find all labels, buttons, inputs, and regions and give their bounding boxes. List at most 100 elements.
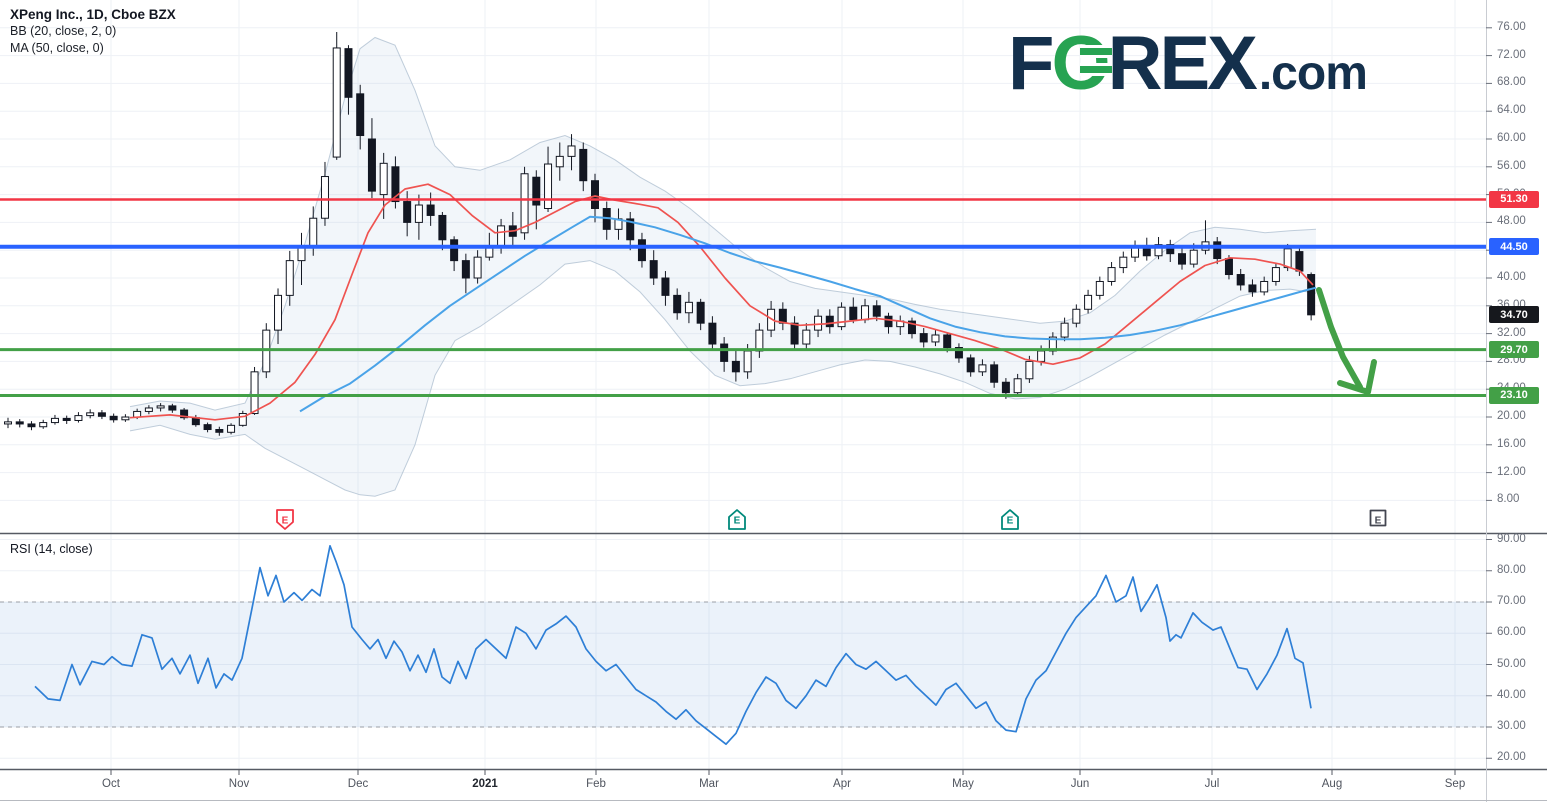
bb-indicator-label[interactable]: BB (20, close, 2, 0) xyxy=(10,23,176,40)
time-axis[interactable]: OctNovDec2021FebMarAprMayJunJulAugSep xyxy=(0,770,1547,802)
candle-body xyxy=(404,202,411,223)
month-label: Feb xyxy=(586,778,606,790)
price-tick-label: 12.00 xyxy=(1497,466,1526,478)
candle-body xyxy=(427,205,434,215)
candle-body xyxy=(862,306,869,320)
candle-body xyxy=(709,323,716,344)
candle-body xyxy=(51,418,58,422)
rsi-tick-label: 20.00 xyxy=(1497,751,1526,763)
month-label: Jul xyxy=(1205,778,1220,790)
candle-body xyxy=(1085,295,1092,309)
candle-body xyxy=(5,422,12,424)
candle-body xyxy=(1038,351,1045,361)
candle-body xyxy=(721,344,728,361)
candle-body xyxy=(944,335,951,348)
candle-body xyxy=(1296,252,1303,271)
candle-body xyxy=(122,417,129,420)
price-axis[interactable]: 76.0072.0068.0064.0060.0056.0052.0048.00… xyxy=(1488,0,1547,533)
candle-body xyxy=(838,307,845,326)
candle-body xyxy=(345,49,352,98)
candle-body xyxy=(63,418,70,420)
candle-body xyxy=(1237,275,1244,285)
price-tick-label: 68.00 xyxy=(1497,76,1526,88)
month-label: Aug xyxy=(1322,778,1342,790)
candle-body xyxy=(1108,268,1115,282)
price-tick-label: 64.00 xyxy=(1497,104,1526,116)
logo-o-bar xyxy=(1080,63,1112,76)
candle-body xyxy=(592,181,599,209)
candle-body xyxy=(474,257,481,278)
logo-letter-f: F xyxy=(1008,26,1051,102)
earnings-marker-letter: E xyxy=(1007,516,1014,527)
candle-body xyxy=(556,156,563,166)
candle-body xyxy=(568,146,575,156)
rsi-indicator-label[interactable]: RSI (14, close) xyxy=(10,542,93,556)
candle-body xyxy=(662,278,669,295)
candle-body xyxy=(275,295,282,330)
candle-body xyxy=(650,261,657,278)
symbol-title[interactable]: XPeng Inc., 1D, Cboe BZX xyxy=(10,6,176,23)
candle-body xyxy=(333,48,340,157)
price-tick-label: 48.00 xyxy=(1497,215,1526,227)
logo-letters-rex: REX xyxy=(1108,26,1255,102)
price-tick-label: 16.00 xyxy=(1497,438,1526,450)
price-tick-label: 32.00 xyxy=(1497,327,1526,339)
candle-body xyxy=(1179,254,1186,264)
candle-body xyxy=(204,425,211,430)
candle-body xyxy=(697,302,704,323)
candle-body xyxy=(28,424,35,427)
candle-body xyxy=(228,425,235,432)
month-label: Jun xyxy=(1071,778,1090,790)
candle-body xyxy=(533,177,540,205)
candle-body xyxy=(850,307,857,320)
candle-body xyxy=(885,316,892,326)
rsi-tick-label: 30.00 xyxy=(1497,720,1526,732)
down-arrow-annotation[interactable] xyxy=(1319,290,1360,387)
candle-body xyxy=(1261,281,1268,291)
price-level-chip: 23.10 xyxy=(1489,387,1539,404)
month-label: Oct xyxy=(102,778,120,790)
price-and-rsi-chart[interactable]: EEEE xyxy=(0,0,1547,802)
candle-body xyxy=(1214,242,1221,259)
candle-body xyxy=(967,358,974,372)
candle-body xyxy=(451,240,458,261)
candle-body xyxy=(1284,249,1291,268)
chart-legend: XPeng Inc., 1D, Cboe BZX BB (20, close, … xyxy=(10,6,176,57)
candle-body xyxy=(216,430,223,433)
month-label: May xyxy=(952,778,974,790)
price-level-chip: 44.50 xyxy=(1489,238,1539,255)
candle-body xyxy=(1002,382,1009,392)
price-tick-label: 8.00 xyxy=(1497,493,1519,505)
candle-body xyxy=(169,406,176,410)
candle-body xyxy=(462,261,469,278)
price-level-chip: 29.70 xyxy=(1489,341,1539,358)
bb-band-fill xyxy=(130,38,1316,497)
candle-body xyxy=(545,164,552,208)
candle-body xyxy=(685,302,692,312)
candle-body xyxy=(920,334,927,342)
candle-body xyxy=(779,309,786,323)
candle-body xyxy=(1120,257,1127,267)
ma-indicator-label[interactable]: MA (50, close, 0) xyxy=(10,40,176,57)
candle-body xyxy=(251,372,258,414)
candle-body xyxy=(580,149,587,180)
price-tick-label: 60.00 xyxy=(1497,132,1526,144)
candle-body xyxy=(521,174,528,233)
candle-body xyxy=(368,139,375,191)
candle-body xyxy=(979,365,986,372)
candle-body xyxy=(756,330,763,351)
candle-body xyxy=(1096,281,1103,295)
rsi-tick-label: 60.00 xyxy=(1497,626,1526,638)
price-tick-label: 20.00 xyxy=(1497,410,1526,422)
rsi-tick-label: 90.00 xyxy=(1497,533,1526,545)
logo-letter-o: O xyxy=(1051,26,1107,102)
candle-body xyxy=(1026,361,1033,378)
month-label: Apr xyxy=(833,778,851,790)
price-level-chip: 34.70 xyxy=(1489,306,1539,323)
price-tick-label: 56.00 xyxy=(1497,160,1526,172)
candle-body xyxy=(826,316,833,326)
logo-dotcom: .com xyxy=(1259,46,1367,101)
rsi-axis[interactable]: 90.0080.0070.0060.0050.0040.0030.0020.00 xyxy=(1488,535,1547,769)
rsi-tick-label: 70.00 xyxy=(1497,595,1526,607)
candle-body xyxy=(157,406,164,408)
